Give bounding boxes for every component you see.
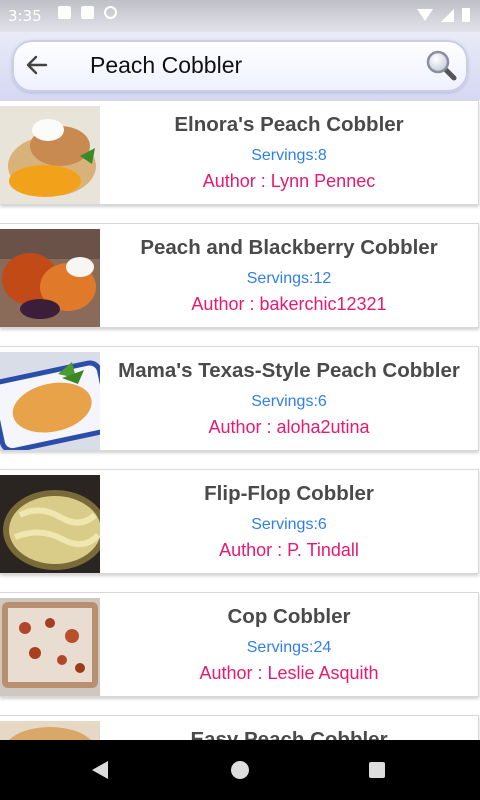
magnifier-icon xyxy=(426,50,457,81)
nav-back-icon[interactable] xyxy=(92,761,108,779)
recipe-servings: Servings:8 xyxy=(251,147,327,164)
recipe-title: Mama's Texas-Style Peach Cobbler xyxy=(118,359,460,382)
arrow-left-icon xyxy=(26,55,48,75)
status-bar: 3:35 xyxy=(0,0,480,32)
recipe-thumbnail xyxy=(0,475,100,573)
recipe-card[interactable]: Peach and Blackberry Cobbler Servings:12… xyxy=(0,223,479,328)
recipe-servings: Servings:12 xyxy=(246,270,332,287)
recipe-servings: Servings:6 xyxy=(251,516,327,533)
recipe-author: Author : Lynn Pennec xyxy=(202,171,376,191)
recipe-title: Easy Peach Cobbler xyxy=(190,728,388,740)
search-input[interactable] xyxy=(90,50,410,80)
recipe-list[interactable]: Elnora's Peach Cobbler Servings:8 Author… xyxy=(0,100,480,740)
recipe-title: Peach and Blackberry Cobbler xyxy=(140,236,438,259)
recipe-title: Elnora's Peach Cobbler xyxy=(174,113,404,136)
bag-icon xyxy=(81,6,94,19)
recipe-card[interactable]: Cop Cobbler Servings:24 Author : Leslie … xyxy=(0,592,479,697)
recipe-card[interactable]: Elnora's Peach Cobbler Servings:8 Author… xyxy=(0,100,479,205)
back-button[interactable] xyxy=(24,52,50,78)
recipe-servings: Servings:24 xyxy=(246,639,332,656)
nav-recents-icon[interactable] xyxy=(369,762,385,778)
recipe-thumbnail xyxy=(0,721,100,740)
recipe-title: Cop Cobbler xyxy=(227,605,351,628)
recipe-card[interactable]: Flip-Flop Cobbler Servings:6 Author : P.… xyxy=(0,469,479,574)
recipe-thumbnail xyxy=(0,229,100,327)
search-bar xyxy=(0,32,480,100)
recipe-thumbnail xyxy=(0,352,100,450)
search-box xyxy=(12,40,468,92)
status-time: 3:35 xyxy=(8,7,42,25)
navigation-bar xyxy=(0,740,480,800)
recipe-servings: Servings:6 xyxy=(251,393,327,410)
recipe-author: Author : aloha2utina xyxy=(208,417,370,437)
recipe-thumbnail xyxy=(0,598,100,696)
notification-icon xyxy=(58,6,71,19)
nav-home-icon[interactable] xyxy=(231,761,249,779)
sync-icon xyxy=(104,6,117,19)
search-button[interactable] xyxy=(424,48,458,82)
recipe-thumbnail xyxy=(0,106,100,204)
recipe-title: Flip-Flop Cobbler xyxy=(204,482,374,505)
recipe-author: Author : bakerchic12321 xyxy=(191,294,387,314)
recipe-author: Author : Leslie Asquith xyxy=(199,663,379,683)
recipe-card[interactable]: Easy Peach Cobbler xyxy=(0,715,479,740)
recipe-author: Author : P. Tindall xyxy=(219,540,359,560)
wifi-icon xyxy=(417,9,433,21)
signal-icon xyxy=(441,8,454,22)
recipe-card[interactable]: Mama's Texas-Style Peach Cobbler Serving… xyxy=(0,346,479,451)
battery-icon xyxy=(462,8,470,22)
